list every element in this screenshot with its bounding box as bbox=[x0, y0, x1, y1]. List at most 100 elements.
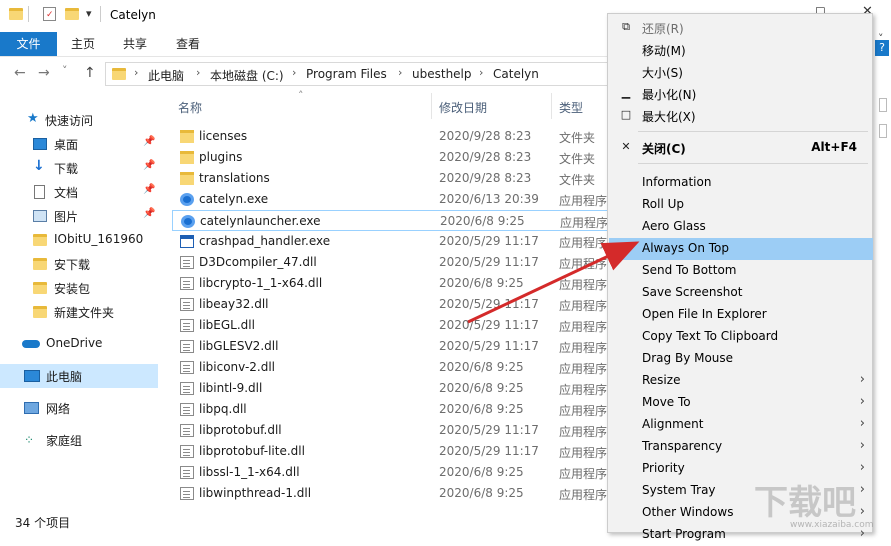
menu-item[interactable]: Alignment › bbox=[609, 414, 873, 436]
menu-item[interactable]: Save Screenshot bbox=[609, 282, 873, 304]
file-type: 应用程序 bbox=[559, 425, 608, 439]
menu-item[interactable]: Information bbox=[609, 172, 873, 194]
pin-icon[interactable]: 📌 bbox=[143, 184, 155, 195]
file-row[interactable]: libEGL.dll 2020/5/29 11:17 应用程序 bbox=[172, 315, 612, 336]
tab-share[interactable]: 共享 bbox=[112, 32, 158, 56]
sidebar-item-iobitu[interactable]: IObitU_161960 bbox=[0, 228, 158, 252]
file-row[interactable]: licenses 2020/9/28 8:23 文件夹 bbox=[172, 126, 612, 147]
menu-item[interactable]: Copy Text To Clipboard bbox=[609, 326, 873, 348]
file-name: libprotobuf-lite.dll bbox=[199, 444, 305, 458]
file-row[interactable]: libpq.dll 2020/6/8 9:25 应用程序 bbox=[172, 399, 612, 420]
pin-icon[interactable]: 📌 bbox=[143, 160, 155, 171]
file-type: 应用程序 bbox=[559, 320, 608, 334]
menu-item[interactable]: ⧉ 还原(R) bbox=[609, 17, 873, 39]
sidebar-item-new-folder[interactable]: 新建文件夹 bbox=[0, 300, 158, 324]
tab-home[interactable]: 主页 bbox=[60, 32, 106, 56]
file-type: 应用程序 bbox=[559, 341, 608, 355]
file-type: 应用程序 bbox=[559, 194, 608, 208]
sidebar-item-documents[interactable]: 文档 📌 bbox=[0, 180, 158, 204]
breadcrumb-this-pc[interactable]: 此电脑 bbox=[148, 67, 184, 84]
scrollbar-button[interactable] bbox=[879, 98, 887, 112]
file-row[interactable]: libprotobuf-lite.dll 2020/5/29 11:17 应用程序 bbox=[172, 441, 612, 462]
menu-item[interactable]: Always On Top bbox=[609, 238, 873, 260]
quick-access-dropdown-icon[interactable]: ▾ bbox=[86, 7, 92, 20]
menu-item[interactable]: Open File In Explorer bbox=[609, 304, 873, 326]
file-row[interactable]: catelynlauncher.exe 2020/6/8 9:25 应用程序 bbox=[172, 210, 612, 231]
menu-item[interactable]: Drag By Mouse bbox=[609, 348, 873, 370]
sidebar-item-label: 快速访问 bbox=[45, 114, 94, 128]
tab-view[interactable]: 查看 bbox=[165, 32, 211, 56]
menu-item-close[interactable]: ✕ 关闭(C) Alt+F4 bbox=[609, 137, 873, 159]
file-row[interactable]: libeay32.dll 2020/5/29 11:17 应用程序 bbox=[172, 294, 612, 315]
sidebar-item-onedrive[interactable]: OneDrive bbox=[0, 332, 158, 356]
submenu-chevron-icon: › bbox=[859, 416, 865, 431]
folder-icon bbox=[33, 258, 47, 270]
menu-item[interactable]: ▁ 最小化(N) bbox=[609, 83, 873, 105]
file-row[interactable]: libcrypto-1_1-x64.dll 2020/6/8 9:25 应用程序 bbox=[172, 273, 612, 294]
recent-locations-button[interactable]: ˅ bbox=[62, 64, 68, 77]
file-row[interactable]: crashpad_handler.exe 2020/5/29 11:17 应用程序 bbox=[172, 231, 612, 252]
menu-item[interactable]: Send To Bottom bbox=[609, 260, 873, 282]
sort-up-icon: ˄ bbox=[298, 89, 304, 102]
column-name[interactable]: 名称 bbox=[178, 99, 202, 116]
up-button[interactable]: ↑ bbox=[84, 65, 96, 81]
breadcrumb-ubesthelp[interactable]: ubesthelp bbox=[412, 67, 472, 81]
file-date: 2020/9/28 8:23 bbox=[439, 129, 532, 143]
file-row[interactable]: catelyn.exe 2020/6/13 20:39 应用程序 bbox=[172, 189, 612, 210]
menu-item[interactable]: 大小(S) bbox=[609, 61, 873, 83]
sidebar-item-pictures[interactable]: 图片 📌 bbox=[0, 204, 158, 228]
column-divider[interactable] bbox=[431, 93, 432, 119]
sidebar-item-network[interactable]: 网络 bbox=[0, 396, 158, 420]
file-row[interactable]: libwinpthread-1.dll 2020/6/8 9:25 应用程序 bbox=[172, 483, 612, 504]
breadcrumb-catelyn[interactable]: Catelyn bbox=[493, 67, 539, 81]
menu-item[interactable]: Resize › bbox=[609, 370, 873, 392]
sidebar-item-downloads[interactable]: ↓ 下载 📌 bbox=[0, 156, 158, 180]
sidebar-item-homegroup[interactable]: ⁘ 家庭组 bbox=[0, 428, 158, 452]
menu-item-label: Transparency bbox=[642, 439, 723, 453]
menu-item-label: Always On Top bbox=[642, 241, 729, 255]
sidebar-item-anzhuangbao[interactable]: 安装包 bbox=[0, 276, 158, 300]
sidebar-item-label: 下载 bbox=[54, 162, 79, 176]
file-name: licenses bbox=[199, 129, 248, 143]
back-button[interactable]: ← bbox=[14, 65, 26, 81]
file-date: 2020/6/8 9:25 bbox=[439, 402, 524, 416]
pin-icon[interactable]: 📌 bbox=[143, 136, 155, 147]
file-row[interactable]: libssl-1_1-x64.dll 2020/6/8 9:25 应用程序 bbox=[172, 462, 612, 483]
sidebar-item-quick-access[interactable]: ★ 快速访问 bbox=[0, 108, 158, 132]
menu-item[interactable]: Move To › bbox=[609, 392, 873, 414]
menu-item-label: Aero Glass bbox=[642, 219, 706, 233]
column-date[interactable]: 修改日期 bbox=[439, 99, 487, 116]
scrollbar-button[interactable] bbox=[879, 124, 887, 138]
dll-file-icon bbox=[180, 487, 194, 500]
file-row[interactable]: libintl-9.dll 2020/6/8 9:25 应用程序 bbox=[172, 378, 612, 399]
folder-icon bbox=[180, 130, 194, 143]
menu-item[interactable]: Transparency › bbox=[609, 436, 873, 458]
file-row[interactable]: libiconv-2.dll 2020/6/8 9:25 应用程序 bbox=[172, 357, 612, 378]
menu-item[interactable]: 移动(M) bbox=[609, 39, 873, 61]
file-row[interactable]: libprotobuf.dll 2020/5/29 11:17 应用程序 bbox=[172, 420, 612, 441]
menu-item[interactable]: □ 最大化(X) bbox=[609, 105, 873, 127]
submenu-chevron-icon: › bbox=[859, 504, 865, 519]
file-row[interactable]: D3Dcompiler_47.dll 2020/5/29 11:17 应用程序 bbox=[172, 252, 612, 273]
pin-icon[interactable]: 📌 bbox=[143, 208, 155, 219]
properties-icon[interactable]: ✓ bbox=[43, 7, 56, 21]
forward-button[interactable]: → bbox=[38, 65, 50, 81]
file-row[interactable]: translations 2020/9/28 8:23 文件夹 bbox=[172, 168, 612, 189]
file-row[interactable]: plugins 2020/9/28 8:23 文件夹 bbox=[172, 147, 612, 168]
column-divider[interactable] bbox=[551, 93, 552, 119]
menu-item[interactable]: Aero Glass bbox=[609, 216, 873, 238]
menu-item[interactable]: Roll Up bbox=[609, 194, 873, 216]
breadcrumb-program-files[interactable]: Program Files bbox=[306, 67, 387, 81]
expand-ribbon-button[interactable]: ˅ bbox=[878, 32, 884, 45]
right-scroll-strip: ? ˅ bbox=[873, 32, 891, 533]
breadcrumb-local-disk[interactable]: 本地磁盘 (C:) bbox=[210, 67, 284, 84]
new-folder-icon[interactable] bbox=[65, 8, 79, 20]
tab-file[interactable]: 文件 bbox=[0, 32, 57, 56]
column-type[interactable]: 类型 bbox=[559, 99, 583, 116]
sidebar-item-this-pc[interactable]: 此电脑 bbox=[0, 364, 158, 388]
sidebar-item-anxiazai[interactable]: 安下载 bbox=[0, 252, 158, 276]
file-row[interactable]: libGLESV2.dll 2020/5/29 11:17 应用程序 bbox=[172, 336, 612, 357]
sidebar-item-desktop[interactable]: 桌面 📌 bbox=[0, 132, 158, 156]
window-context-menu: ⧉ 还原(R) 移动(M) 大小(S) ▁ 最小化(N) □ 最大化(X) ✕ 关闭(C) Alt+… bbox=[607, 13, 873, 541]
menu-separator bbox=[638, 163, 868, 164]
